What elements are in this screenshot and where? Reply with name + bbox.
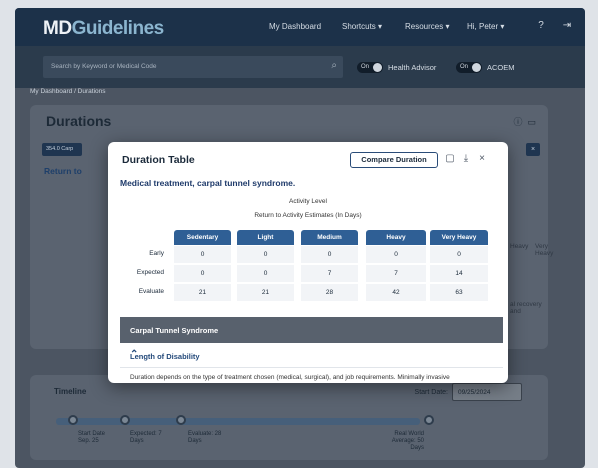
search-input[interactable]: Search by Keyword or Medical Code ⌕ (43, 56, 343, 78)
table-cell: 0 (237, 265, 294, 282)
table-cell: 0 (237, 246, 294, 263)
bg-very-heavy-label: Very Heavy (535, 243, 554, 257)
compare-duration-button[interactable]: Compare Duration (350, 152, 438, 168)
duration-table-modal: Duration Table Compare Duration ▢ ⤓ × Me… (108, 142, 508, 383)
estimates-label: Return to Activity Estimates (In Days) (254, 212, 362, 219)
copy-icon[interactable]: ▢ (444, 153, 456, 164)
table-cell: 7 (366, 265, 426, 282)
activity-level-label: Activity Level (289, 198, 327, 205)
section-title: Carpal Tunnel Syndrome (130, 326, 219, 335)
chevron-up-icon[interactable]: ⌃ (130, 349, 493, 360)
table-cell: 63 (430, 284, 488, 301)
nav-shortcuts[interactable]: Shortcuts ▾ (342, 22, 382, 31)
timeline-title: Timeline (54, 387, 87, 396)
table-cell: 21 (174, 284, 231, 301)
toggle-knob (472, 63, 481, 72)
diagnosis-subtitle: Medical treatment, carpal tunnel syndrom… (120, 178, 296, 188)
search-bar: Search by Keyword or Medical Code ⌕ On H… (15, 46, 585, 88)
acoem-toggle[interactable]: On (456, 62, 482, 73)
toggle-on-label: On (460, 64, 469, 70)
table-cell: 0 (366, 246, 426, 263)
row-label-early: Early (149, 250, 164, 257)
start-date-value: 09/25/2024 (458, 389, 491, 396)
download-icon[interactable]: ⤓ (460, 153, 472, 164)
timeline-track (56, 418, 420, 425)
timeline-node-real-world[interactable] (424, 415, 434, 425)
col-header-sedentary: Sedentary (174, 230, 231, 245)
logo-md: MD (43, 18, 72, 39)
table-cell: 14 (430, 265, 488, 282)
health-advisor-label: Health Advisor (388, 63, 437, 72)
table-cell: 21 (237, 284, 294, 301)
table-cell: 42 (366, 284, 426, 301)
acoem-label: ACOEM (487, 63, 515, 72)
row-label-expected: Expected (136, 269, 164, 276)
bg-recovery-text: al recovery and (510, 301, 542, 315)
table-cell: 0 (174, 246, 231, 263)
timeline-note-expected: Expected: 7 Days (130, 431, 162, 444)
timeline-node-evaluate[interactable] (176, 415, 186, 425)
length-of-disability-accordion[interactable]: Length of Disability ⌃ (120, 343, 503, 368)
card-action-icons[interactable]: ⓘ ▭ (513, 115, 536, 128)
timeline-node-expected[interactable] (120, 415, 130, 425)
row-label-evaluate: Evaluate (138, 288, 164, 295)
table-cell: 7 (301, 265, 358, 282)
nav-user-menu[interactable]: Hi, Peter ▾ (467, 22, 504, 31)
close-code-icon[interactable]: × (526, 143, 540, 156)
timeline-note-evaluate: Evaluate: 28 Days (188, 431, 222, 444)
code-pill[interactable]: 354.0 Carp (42, 143, 82, 156)
health-advisor-toggle[interactable]: On (357, 62, 383, 73)
start-date-input[interactable]: 09/25/2024 (452, 383, 522, 401)
table-cell: 0 (174, 265, 231, 282)
timeline-note-real-world: Real World Average: 50 Days (391, 431, 424, 451)
top-navbar: MDGuidelines My Dashboard Shortcuts ▾ Re… (15, 8, 585, 46)
col-header-heavy: Heavy (366, 230, 426, 245)
accordion-body-text: Duration depends on the type of treatmen… (130, 374, 450, 381)
toggle-knob (373, 63, 382, 72)
logout-icon[interactable]: ⇥ (561, 20, 573, 32)
table-cell: 0 (301, 246, 358, 263)
table-cell: 0 (430, 246, 488, 263)
col-header-medium: Medium (301, 230, 358, 245)
close-icon[interactable]: × (476, 153, 488, 164)
code-pill-label: 354.0 Carp (46, 146, 74, 152)
logo[interactable]: MDGuidelines (43, 18, 164, 40)
timeline-card: Timeline Start Date: 09/25/2024 Start Da… (30, 375, 548, 460)
table-cell: 28 (301, 284, 358, 301)
help-icon[interactable]: ? (535, 20, 547, 32)
modal-title: Duration Table (122, 154, 195, 166)
bg-heavy-label: Heavy (510, 243, 529, 250)
section-header: Carpal Tunnel Syndrome (120, 317, 503, 343)
col-header-very-heavy: Very Heavy (430, 230, 488, 245)
return-to-label: Return to (44, 166, 82, 176)
nav-resources[interactable]: Resources ▾ (405, 22, 449, 31)
timeline-node-start[interactable] (68, 415, 78, 425)
page-title: Durations (46, 113, 112, 129)
logo-guidelines: Guidelines (71, 18, 165, 39)
toggle-on-label: On (361, 64, 370, 70)
search-icon[interactable]: ⌕ (331, 60, 337, 71)
col-header-light: Light (237, 230, 294, 245)
timeline-note-start: Start Date Sep. 25 (78, 431, 106, 444)
nav-my-dashboard[interactable]: My Dashboard (269, 22, 321, 31)
app-page: MDGuidelines My Dashboard Shortcuts ▾ Re… (0, 0, 598, 468)
start-date-label: Start Date: (414, 389, 448, 396)
search-placeholder: Search by Keyword or Medical Code (51, 63, 157, 70)
breadcrumb[interactable]: My Dashboard / Durations (30, 88, 106, 95)
